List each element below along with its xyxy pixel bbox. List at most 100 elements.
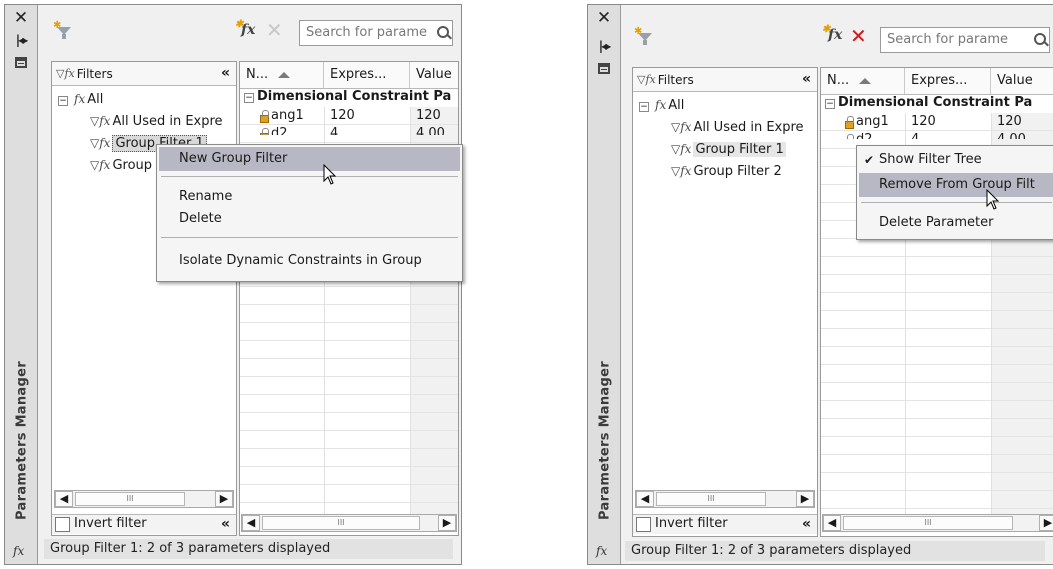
menu-item-rename[interactable]: Rename [159,185,460,209]
filters-pane: ▽fx Filters « − fx All ▽fx All Used in Expr… [632,67,818,537]
properties-icon[interactable] [10,53,32,71]
new-parameter-icon[interactable]: ✱ fx [822,24,842,43]
scroll-thumb[interactable]: III [656,492,766,506]
filter-fx-icon: ▽fx [56,67,75,80]
invert-filter-label[interactable]: Invert filter [655,516,728,531]
filters-header: ▽fx Filters « [633,68,817,92]
cell-value: 120 [997,114,1022,129]
column-header-expression[interactable]: Expres... [324,62,410,88]
collapse-icon[interactable]: « [802,516,811,532]
tree-item-all-used[interactable]: ▽fx All Used in Expre [90,114,223,129]
collapse-filters-icon[interactable]: « [802,71,811,87]
filter-icon: ▽fx [671,142,692,156]
column-header-name[interactable]: N... [821,68,905,94]
filters-pane: ▽fx Filters « − fx All ▽fx All Used in Expr… [51,61,237,536]
scroll-left-icon[interactable]: ◀ [636,491,654,507]
menu-separator [161,176,458,177]
collapse-group-icon[interactable]: − [244,93,254,103]
scroll-thumb[interactable]: III [262,516,420,530]
search-input[interactable]: Search for parame [299,20,453,46]
palette-title: Parameters Manager [597,361,613,520]
cell-value: 4.00 [997,131,1026,139]
column-header-value[interactable]: Value [991,68,1053,94]
mouse-cursor-icon [986,189,1000,210]
collapse-tree-icon[interactable]: − [639,102,649,112]
delete-icon[interactable]: ✕ [266,20,283,40]
status-bar: Group Filter 1: 2 of 3 parameters displa… [44,539,453,559]
collapse-filters-icon[interactable]: « [221,65,230,81]
invert-filter-label[interactable]: Invert filter [74,516,147,531]
close-icon[interactable]: ✕ [593,8,615,28]
search-icon[interactable] [1034,33,1046,45]
menu-item-show-filter-tree[interactable]: ✔ Show Filter Tree [859,148,1053,172]
status-bar: Group Filter 1: 2 of 3 parameters displa… [625,541,1045,561]
lock-icon [845,116,854,129]
collapse-icon[interactable]: « [221,516,230,532]
scroll-right-icon[interactable]: ▶ [438,515,456,531]
menu-item-new-group-filter[interactable]: New Group Filter [159,147,460,171]
group-row[interactable]: − Dimensional Constraint Pa [821,95,1033,113]
cell-name[interactable]: ang1 [845,113,889,131]
fx-icon: fx [596,544,608,558]
search-input[interactable]: Search for parame [880,27,1050,53]
context-menu: ✔ Show Filter Tree Remove From Group Filt… [856,145,1053,240]
tree-item-group-filter-1[interactable]: ▽fxGroup Filter 1 [671,142,786,157]
delete-icon[interactable]: ✕ [850,26,867,46]
filters-hscrollbar[interactable]: ◀ III ▶ [54,490,234,508]
tree-label: Group Filter 2 [693,164,782,179]
tree-item-all-used[interactable]: ▽fx All Used in Expre [671,120,804,135]
cell-expression[interactable]: 120 [330,107,355,125]
tree-item-group-filter-2[interactable]: ▽fx Group [90,158,152,173]
cell-name[interactable]: ang1 [260,107,304,125]
column-header-value[interactable]: Value [410,62,458,88]
menu-item-delete-parameter[interactable]: Delete Parameter [859,211,1053,235]
invert-filter-row: Invert filter « [633,514,817,534]
column-label: Expres... [330,67,387,82]
grid-hscrollbar[interactable]: ◀ III ▶ [241,514,457,532]
group-row[interactable]: − Dimensional Constraint Pa [240,89,452,107]
invert-filter-checkbox[interactable] [636,517,651,532]
column-header-name[interactable]: N... [240,62,324,88]
new-parameter-icon[interactable]: ✱ fx [235,19,255,38]
tree-item-all[interactable]: − fx All [639,98,684,113]
auto-hide-icon[interactable]: |◂▸ [593,37,615,55]
collapse-tree-icon[interactable]: − [58,96,68,106]
filters-hscrollbar[interactable]: ◀ III ▶ [635,490,815,508]
menu-item-remove-from-group-filter[interactable]: Remove From Group Filt [859,173,1053,197]
lock-icon [260,128,269,135]
close-icon[interactable]: ✕ [10,8,32,28]
cell-text: d2 [271,126,288,135]
search-icon[interactable] [437,26,449,38]
invert-filter-checkbox[interactable] [55,517,70,532]
collapse-group-icon[interactable]: − [825,99,835,109]
scroll-left-icon[interactable]: ◀ [55,491,73,507]
cell-expression[interactable]: 4 [330,125,338,135]
tree-label: All Used in Expre [112,114,223,129]
cell-expression[interactable]: 4 [911,131,919,139]
cell-value: 4.00 [416,126,445,135]
scroll-right-icon[interactable]: ▶ [1039,515,1053,531]
tree-item-all[interactable]: − fx All [58,92,103,107]
properties-icon[interactable] [593,59,615,77]
toolbar: ✱ ✱ fx ✕ Search for parame [39,5,461,59]
grid-hscrollbar[interactable]: ◀ III ▶ [822,514,1053,532]
cell-name[interactable]: d2 [260,125,288,135]
new-filter-icon[interactable]: ✱ [634,26,652,45]
cell-name[interactable]: d2 [845,131,873,139]
menu-item-delete[interactable]: Delete [159,207,460,231]
scroll-right-icon[interactable]: ▶ [796,491,814,507]
tree-label: Group [112,158,153,173]
scroll-left-icon[interactable]: ◀ [242,515,260,531]
invert-filter-row: Invert filter « [52,514,236,534]
new-filter-icon[interactable]: ✱ [53,20,71,39]
scroll-right-icon[interactable]: ▶ [215,491,233,507]
scroll-thumb[interactable]: III [843,516,1013,530]
tree-item-group-filter-2[interactable]: ▽fx Group Filter 2 [671,164,782,179]
column-header-expression[interactable]: Expres... [905,68,991,94]
auto-hide-icon[interactable]: |◂▸ [10,31,32,49]
parameters-grid: N... Expres... Value − Dimensional Constr… [239,61,459,536]
menu-item-isolate-dynamic-constraints[interactable]: Isolate Dynamic Constraints in Group [159,249,460,273]
cell-expression[interactable]: 120 [911,113,936,131]
scroll-left-icon[interactable]: ◀ [823,515,841,531]
scroll-thumb[interactable]: III [75,492,185,506]
